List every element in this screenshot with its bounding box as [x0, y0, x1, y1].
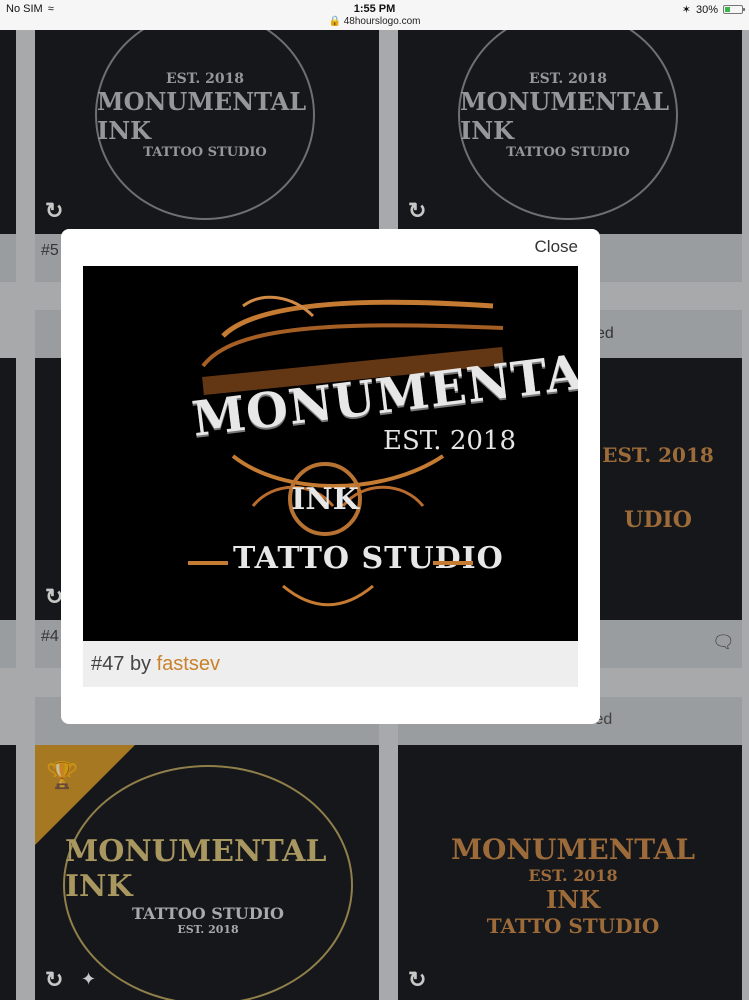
status-bar: No SIM ≈ 1:55 PM 🔒 48hourslogo.com ✶ 30% — [0, 0, 749, 30]
close-button[interactable]: Close — [535, 237, 578, 257]
art-rule-left — [188, 561, 228, 565]
url-bar[interactable]: 🔒 48hourslogo.com — [0, 16, 749, 27]
entry-number: #47 — [91, 653, 125, 675]
battery-icon — [723, 5, 745, 14]
logo-preview-image: MONUMENTAL EST. 2018 INK TATTO STUDIO — [83, 266, 578, 641]
battery-percent: 30% — [695, 3, 718, 16]
battery-fill — [725, 7, 730, 12]
entry-caption: #47 by fastsev — [83, 641, 578, 687]
author-link[interactable]: fastsev — [157, 653, 220, 675]
url-text: 48hourslogo.com — [343, 16, 421, 27]
bluetooth-icon: ✶ — [681, 4, 691, 16]
art-studio: TATTO STUDIO — [233, 541, 504, 576]
lock-icon: 🔒 — [328, 16, 341, 27]
status-right: ✶ 30% — [681, 3, 745, 16]
logo-preview-modal: Close MONUMENTAL EST. 2018 INK TATTO STU… — [61, 229, 600, 724]
by-label: by — [129, 653, 152, 675]
art-rule-right — [433, 561, 473, 565]
art-ink: INK — [288, 462, 362, 536]
status-time: 1:55 PM — [353, 3, 396, 15]
art-est: EST. 2018 — [383, 426, 517, 456]
